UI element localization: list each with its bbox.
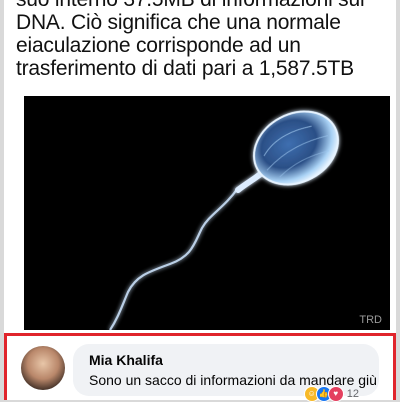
post-caption: suo interno 37.5MB di informazioni sul D…: [16, 0, 388, 80]
comment-author[interactable]: Mia Khalifa: [89, 352, 163, 368]
highlighted-comment: Mia Khalifa Sono un sacco di informazion…: [4, 333, 396, 402]
comment-bubble[interactable]: Mia Khalifa Sono un sacco di informazion…: [73, 344, 379, 402]
caption-line: DNA. Ciò significa che una normale: [16, 11, 341, 34]
caption-line: trasferimento di dati pari a 1,587.5TB: [16, 57, 354, 80]
caption-line: suo interno 37.5MB di informazioni sul: [16, 0, 388, 11]
avatar[interactable]: [21, 346, 65, 390]
reaction-count: 12: [346, 388, 359, 400]
post-card: suo interno 37.5MB di informazioni sul D…: [4, 0, 396, 402]
caption-line: eiaculazione corrisponde ad un: [16, 34, 301, 57]
image-watermark: TRD: [359, 314, 382, 326]
post-image[interactable]: TRD: [24, 96, 390, 330]
sperm-illustration: [109, 110, 340, 330]
